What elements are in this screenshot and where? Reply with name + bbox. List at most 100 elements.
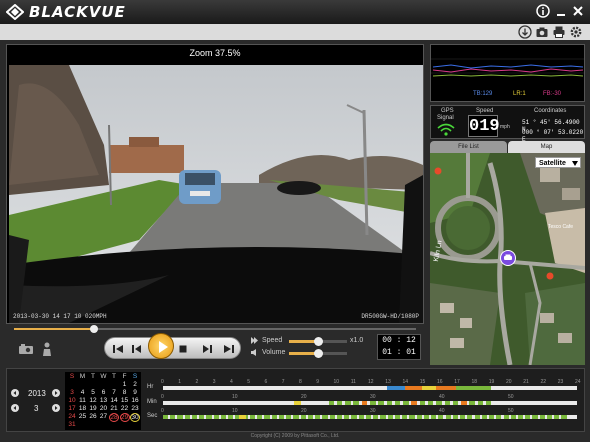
second-segment[interactable] — [452, 415, 458, 419]
second-segment[interactable] — [380, 415, 386, 419]
second-segment[interactable] — [496, 415, 502, 419]
second-segment[interactable] — [402, 415, 408, 419]
step-back-icon[interactable] — [129, 342, 143, 356]
minute-selected[interactable] — [294, 401, 301, 405]
hour-selected[interactable] — [421, 386, 436, 390]
camera-icon[interactable] — [535, 25, 549, 39]
video-player[interactable]: Zoom 37.5% 2013-03-30 14 17 10 020MPH DR… — [6, 44, 424, 324]
volume-slider[interactable] — [289, 349, 347, 358]
second-segment[interactable] — [358, 415, 364, 419]
calendar-day[interactable]: 11 — [78, 397, 88, 404]
second-segment[interactable] — [213, 415, 219, 419]
second-segment[interactable] — [525, 415, 531, 419]
gear-icon[interactable] — [569, 25, 583, 39]
second-segment[interactable] — [503, 415, 509, 419]
minute-segment[interactable] — [427, 401, 434, 405]
second-segment[interactable] — [206, 415, 212, 419]
speed-slider[interactable] — [289, 337, 347, 346]
calendar-day[interactable]: 14 — [109, 397, 119, 404]
calendar-day[interactable]: 16 — [130, 397, 140, 404]
second-segment[interactable] — [293, 415, 299, 419]
second-segment[interactable] — [191, 415, 198, 419]
second-segment[interactable] — [445, 415, 451, 419]
minute-segment[interactable] — [345, 401, 351, 405]
calendar-day[interactable]: 1 — [120, 381, 130, 388]
snapshot-icon[interactable] — [18, 342, 34, 356]
calendar-day[interactable]: 15 — [120, 397, 130, 404]
year-prev-icon[interactable] — [11, 389, 19, 397]
minute-segment[interactable] — [353, 401, 359, 405]
hour-track[interactable] — [163, 386, 577, 390]
minute-segment[interactable] — [361, 401, 368, 405]
close-icon[interactable] — [571, 4, 585, 18]
month-prev-icon[interactable] — [11, 404, 19, 412]
second-segment[interactable] — [264, 415, 270, 419]
calendar-day[interactable]: 31 — [67, 421, 77, 428]
second-segment[interactable] — [387, 415, 393, 419]
minute-segment[interactable] — [328, 401, 335, 405]
second-segment[interactable] — [315, 415, 321, 419]
calendar-day[interactable]: 17 — [67, 405, 77, 412]
second-segment[interactable] — [394, 415, 400, 419]
minute-segment[interactable] — [394, 401, 401, 405]
calendar-day[interactable]: 29 — [119, 413, 130, 422]
step-forward-icon[interactable] — [201, 342, 215, 356]
minute-segment[interactable] — [485, 401, 492, 405]
map-view[interactable]: Satellite Kiln Ln Tesco Cafe — [430, 153, 585, 365]
second-segment[interactable] — [474, 415, 480, 419]
print-icon[interactable] — [552, 25, 566, 39]
minute-segment[interactable] — [444, 401, 451, 405]
map-type-select[interactable]: Satellite — [535, 157, 581, 168]
calendar-day[interactable]: 13 — [99, 397, 109, 404]
second-segment[interactable] — [322, 415, 328, 419]
second-segment[interactable] — [532, 415, 538, 419]
second-track[interactable] — [163, 415, 577, 419]
second-segment[interactable] — [344, 415, 350, 419]
calendar-day[interactable]: 10 — [67, 397, 77, 404]
second-segment[interactable] — [481, 415, 487, 419]
second-segment[interactable] — [336, 415, 343, 419]
calendar-day[interactable]: 22 — [120, 405, 130, 412]
calendar-day[interactable]: 25 — [78, 413, 88, 420]
minute-segment[interactable] — [403, 401, 409, 405]
speed-handle[interactable] — [314, 337, 323, 346]
second-segment[interactable] — [286, 415, 292, 419]
second-segment[interactable] — [561, 415, 567, 419]
seek-handle[interactable] — [90, 325, 99, 333]
second-segment[interactable] — [539, 415, 545, 419]
hour-segment[interactable] — [387, 386, 405, 390]
second-segment[interactable] — [423, 415, 429, 419]
second-segment[interactable] — [373, 415, 379, 419]
info-icon[interactable] — [536, 4, 550, 18]
month-next-icon[interactable] — [52, 404, 60, 412]
calendar-day[interactable]: 24 — [67, 413, 77, 420]
second-segment[interactable] — [351, 415, 357, 419]
fullscreen-icon[interactable] — [40, 341, 54, 357]
tab-map[interactable]: Map — [508, 141, 585, 153]
minute-segment[interactable] — [419, 401, 426, 405]
minute-segment[interactable] — [461, 401, 467, 405]
minute-segment[interactable] — [370, 401, 376, 405]
skip-previous-icon[interactable] — [111, 342, 125, 356]
stop-icon[interactable] — [176, 342, 190, 356]
second-segment[interactable] — [546, 415, 553, 419]
calendar-day[interactable]: 4 — [78, 389, 88, 396]
second-segment[interactable] — [220, 415, 227, 419]
second-segment[interactable] — [249, 415, 256, 419]
volume-handle[interactable] — [314, 349, 323, 358]
second-segment[interactable] — [518, 415, 524, 419]
hour-segment[interactable] — [456, 386, 491, 390]
calendar-day[interactable]: 9 — [130, 389, 140, 396]
tab-file-list[interactable]: File List — [430, 141, 507, 153]
second-segment[interactable] — [438, 415, 444, 419]
calendar-day[interactable]: 20 — [99, 405, 109, 412]
calendar-day[interactable]: 19 — [88, 405, 98, 412]
minute-segment[interactable] — [477, 401, 484, 405]
minute-segment[interactable] — [336, 401, 343, 405]
minute-segment[interactable] — [378, 401, 384, 405]
second-segment[interactable] — [467, 415, 473, 419]
second-segment[interactable] — [271, 415, 277, 419]
calendar-day[interactable]: 2 — [130, 381, 140, 388]
second-segment[interactable] — [170, 415, 176, 419]
second-segment[interactable] — [489, 415, 495, 419]
